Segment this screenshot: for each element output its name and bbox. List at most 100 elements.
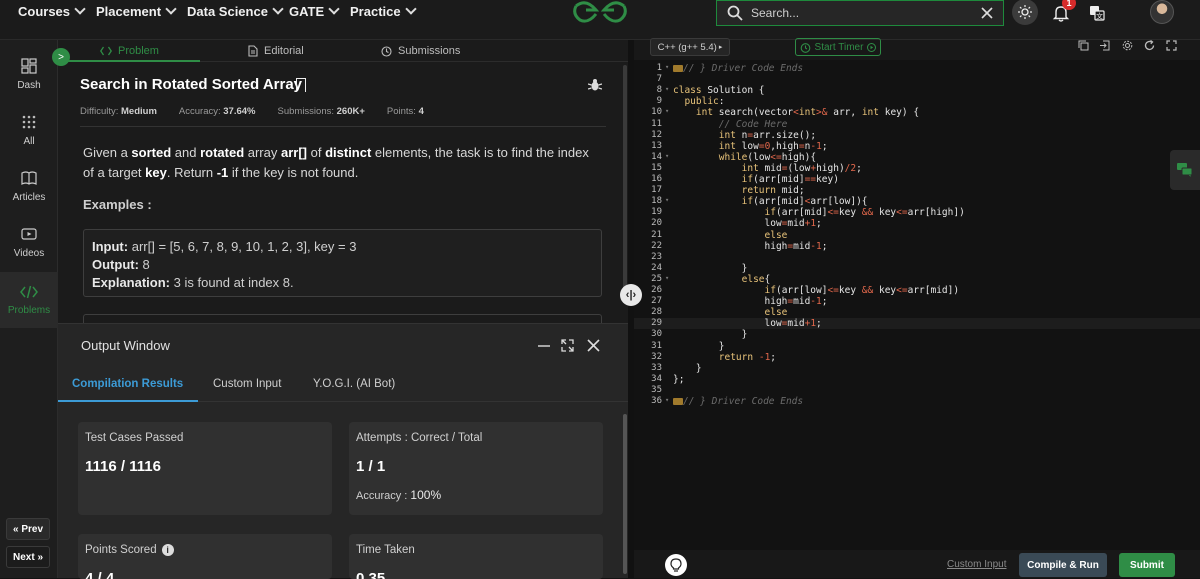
code-line[interactable]: 24 } [634,263,1200,274]
sidebar-item-all[interactable]: All [0,102,58,158]
code-line[interactable]: 1 ▾ // } Driver Code Ends [634,63,1200,74]
timer-label: Start Timer [814,41,864,53]
fold-arrow-icon[interactable]: ▾ [665,274,669,282]
double-chevron-left-icon: « [12,523,22,535]
code-line[interactable]: 23 [634,252,1200,263]
nav-data-science[interactable]: Data Science [187,0,284,22]
search-bar[interactable]: Search... [716,0,1004,26]
chat-icon[interactable] [1170,150,1200,190]
tab-problem[interactable]: Problem [100,40,159,62]
code-line[interactable]: 34}; [634,374,1200,385]
code-line[interactable]: 31 } [634,341,1200,352]
points-value: 4 [418,106,424,117]
sidebar-item-problems[interactable]: Problems [0,272,58,328]
nav-placement[interactable]: Placement [96,0,177,22]
translate-icon[interactable]: 文 [1084,0,1110,26]
tab-submissions[interactable]: Submissions [381,40,460,62]
fold-arrow-icon[interactable]: ▾ [665,63,669,71]
sidebar-item-articles[interactable]: Articles [0,158,58,214]
code-line[interactable]: 12 int n=arr.size(); [634,130,1200,141]
bug-icon[interactable] [587,78,603,95]
tab-yogi-ai-bot[interactable]: Y.O.G.I. (AI Bot) [313,378,395,390]
active-tab-indicator [58,60,200,62]
code-line[interactable]: 8 ▾ class Solution { [634,85,1200,96]
code-line[interactable]: 21 else [634,230,1200,241]
next-button[interactable]: Next » [6,546,50,568]
language-select[interactable]: C++ (g++ 5.4) ▸ [650,38,730,56]
code-line[interactable]: 13 int low=0,high=n-1; [634,141,1200,152]
reset-icon[interactable] [1144,39,1155,54]
code-editor[interactable]: 1 ▾// } Driver Code Ends 7 8 ▾ class Solution… [634,60,1200,550]
problem-meta: Difficulty: Medium Accuracy: 37.64% Subm… [80,106,424,117]
code-line[interactable]: 25 ▾ else{ [634,274,1200,285]
editor-footer [634,550,1200,578]
code-line[interactable]: 14 ▾ while(low<=high){ [634,152,1200,163]
code-line[interactable]: 19 if(arr[mid]<=key && key<=arr[high]) [634,207,1200,218]
code-line[interactable]: 9 public: [634,96,1200,107]
gfg-logo[interactable] [572,0,628,26]
code-line[interactable]: 26 if(arr[low]<=key && key<=arr[mid]) [634,285,1200,296]
close-icon[interactable] [981,7,993,19]
code-line[interactable]: 22 high=mid-1; [634,241,1200,252]
tab-custom-input[interactable]: Custom Input [213,378,281,390]
search-input[interactable]: Search... [751,6,981,20]
code-line[interactable]: 11 // Code Here [634,119,1200,130]
close-icon[interactable] [587,339,600,355]
bookmark-icon[interactable] [296,78,306,92]
code-text: else [764,307,788,319]
scrollbar[interactable] [623,65,627,295]
expand-icon[interactable] [561,339,574,355]
tab-submissions-label: Submissions [398,45,461,57]
expand-sidebar-button[interactable]: > [52,48,70,66]
import-icon[interactable] [1099,40,1110,54]
code-line[interactable]: 32 return -1; [634,352,1200,363]
line-number: 15 [651,162,662,173]
code-line[interactable]: 30 } [634,329,1200,340]
info-icon[interactable]: i [161,544,174,556]
fold-arrow-icon[interactable]: ▾ [665,196,669,204]
fold-arrow-icon[interactable]: ▾ [665,107,669,115]
minimize-icon[interactable] [537,334,551,351]
sidebar-item-dash[interactable]: Dash [0,46,58,102]
fold-arrow-icon[interactable]: ▾ [665,152,669,160]
copy-icon[interactable] [1078,40,1089,54]
compile-run-button[interactable]: Compile & Run [1019,553,1107,577]
code-line[interactable]: 35 [634,385,1200,396]
code-line[interactable]: 15 int mid=(low+high)/2; [634,163,1200,174]
custom-input-link[interactable]: Custom Input [947,559,1006,570]
fold-arrow-icon[interactable]: ▾ [665,396,669,404]
avatar[interactable] [1150,0,1174,24]
code-line[interactable]: 10 ▾ int search(vector<int>& arr, int key… [634,107,1200,118]
resize-handle-icon[interactable]: ‹|› [620,284,642,306]
code-line[interactable]: 28 else [634,307,1200,318]
sidebar: Dash All Articles Videos Problems « Prev… [0,40,58,578]
scrollbar[interactable] [623,414,627,574]
theme-toggle-icon[interactable] [1012,0,1038,25]
chevron-down-icon [328,3,340,15]
prev-button[interactable]: « Prev [6,518,50,540]
tab-compilation-results[interactable]: Compilation Results [72,378,183,390]
code-line[interactable]: 7 [634,74,1200,85]
code-line[interactable]: 18 ▾ if(arr[mid]<arr[low]){ [634,196,1200,207]
code-line[interactable]: 29 low=mid+1; [634,318,1200,330]
code-line[interactable]: 17 return mid; [634,185,1200,196]
code-text: } [673,362,702,374]
accuracy-value: 37.64% [223,106,256,117]
nav-courses[interactable]: Courses [18,0,86,22]
fullscreen-icon[interactable] [1166,40,1177,54]
settings-icon[interactable] [1122,40,1133,54]
code-line[interactable]: 27 high=mid-1; [634,296,1200,307]
fold-arrow-icon[interactable]: ▾ [665,85,669,93]
submit-button[interactable]: Submit [1119,553,1175,577]
code-line[interactable]: 16 if(arr[mid]==key) [634,174,1200,185]
sidebar-item-videos[interactable]: Videos [0,214,58,270]
code-line[interactable]: 36 ▾ // } Driver Code Ends [634,396,1200,407]
code-line[interactable]: 33 } [634,363,1200,374]
code-line[interactable]: 20 low=mid+1; [634,218,1200,229]
tab-editorial[interactable]: Editorial [248,40,304,62]
line-number: 31 [651,340,662,351]
start-timer-button[interactable]: Start Timer [795,38,881,56]
hint-bulb-icon[interactable] [665,554,687,576]
nav-practice[interactable]: Practice [350,0,417,22]
nav-gate[interactable]: GATE [289,0,340,22]
